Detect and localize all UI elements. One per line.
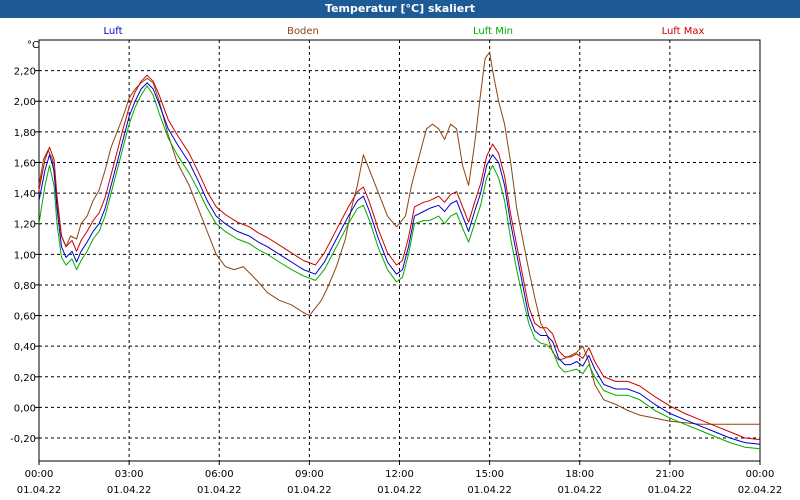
legend: Luft Boden Luft Min Luft Max: [104, 26, 705, 37]
y-axis-ticks: 2,20 2,00 1,80 1,60 1,40 1,20 1,00 0,80 0,60 0,40…: [10, 67, 39, 445]
x-tick-date-label: 01.04.22: [197, 485, 242, 496]
x-tick-date-label: 02.04.22: [738, 485, 783, 496]
x-tick-time-label: 09:00: [295, 469, 324, 480]
x-tick-time-label: 18:00: [565, 469, 594, 480]
y-tick-label: 2,00: [14, 97, 36, 108]
y-tick-label: -0,20: [10, 434, 36, 445]
y-tick-label: 1,40: [14, 189, 36, 200]
legend-item-luft: Luft: [104, 26, 123, 37]
y-tick-label: 2,20: [14, 67, 36, 78]
y-tick-label: 0,40: [14, 342, 36, 353]
y-tick-label: 1,60: [14, 158, 36, 169]
x-axis-ticks: 00:00 01.04.22 03:00 01.04.22 06:00 01.04.22 0…: [17, 461, 783, 496]
x-tick-time-label: 12:00: [385, 469, 414, 480]
x-tick-time-label: 00:00: [746, 469, 775, 480]
y-tick-label: 1,80: [14, 128, 36, 139]
x-tick-time-label: 00:00: [25, 469, 54, 480]
grid: [39, 40, 760, 461]
x-tick-date-label: 01.04.22: [467, 485, 512, 496]
y-tick-label: 0,80: [14, 281, 36, 292]
legend-item-boden: Boden: [287, 26, 319, 37]
temperature-chart: °C 2,20 2,00 1,80 1,60 1,40 1,20 1,00 0,80 0,60 0…: [10, 26, 783, 496]
y-axis-unit-label: °C: [27, 40, 39, 51]
y-tick-label: 1,20: [14, 220, 36, 231]
x-tick-date-label: 01.04.22: [107, 485, 152, 496]
x-tick-time-label: 03:00: [115, 469, 144, 480]
y-tick-label: 0,20: [14, 373, 36, 384]
x-tick-date-label: 01.04.22: [377, 485, 422, 496]
x-tick-date-label: 01.04.22: [648, 485, 693, 496]
y-tick-label: 0,60: [14, 312, 36, 323]
chart-window: Temperatur [°C] skaliert °C 2,20 2,00 1,80…: [0, 0, 800, 500]
x-tick-date-label: 01.04.22: [287, 485, 332, 496]
x-tick-date-label: 01.04.22: [17, 485, 62, 496]
legend-item-luft-min: Luft Min: [473, 26, 513, 37]
window-title: Temperatur [°C] skaliert: [0, 0, 800, 18]
x-tick-date-label: 01.04.22: [557, 485, 602, 496]
x-tick-time-label: 21:00: [655, 469, 684, 480]
x-tick-time-label: 15:00: [475, 469, 504, 480]
x-tick-time-label: 06:00: [205, 469, 234, 480]
y-tick-label: 1,00: [14, 250, 36, 261]
y-tick-label: 0,00: [14, 403, 36, 414]
legend-item-luft-max: Luft Max: [662, 26, 705, 37]
